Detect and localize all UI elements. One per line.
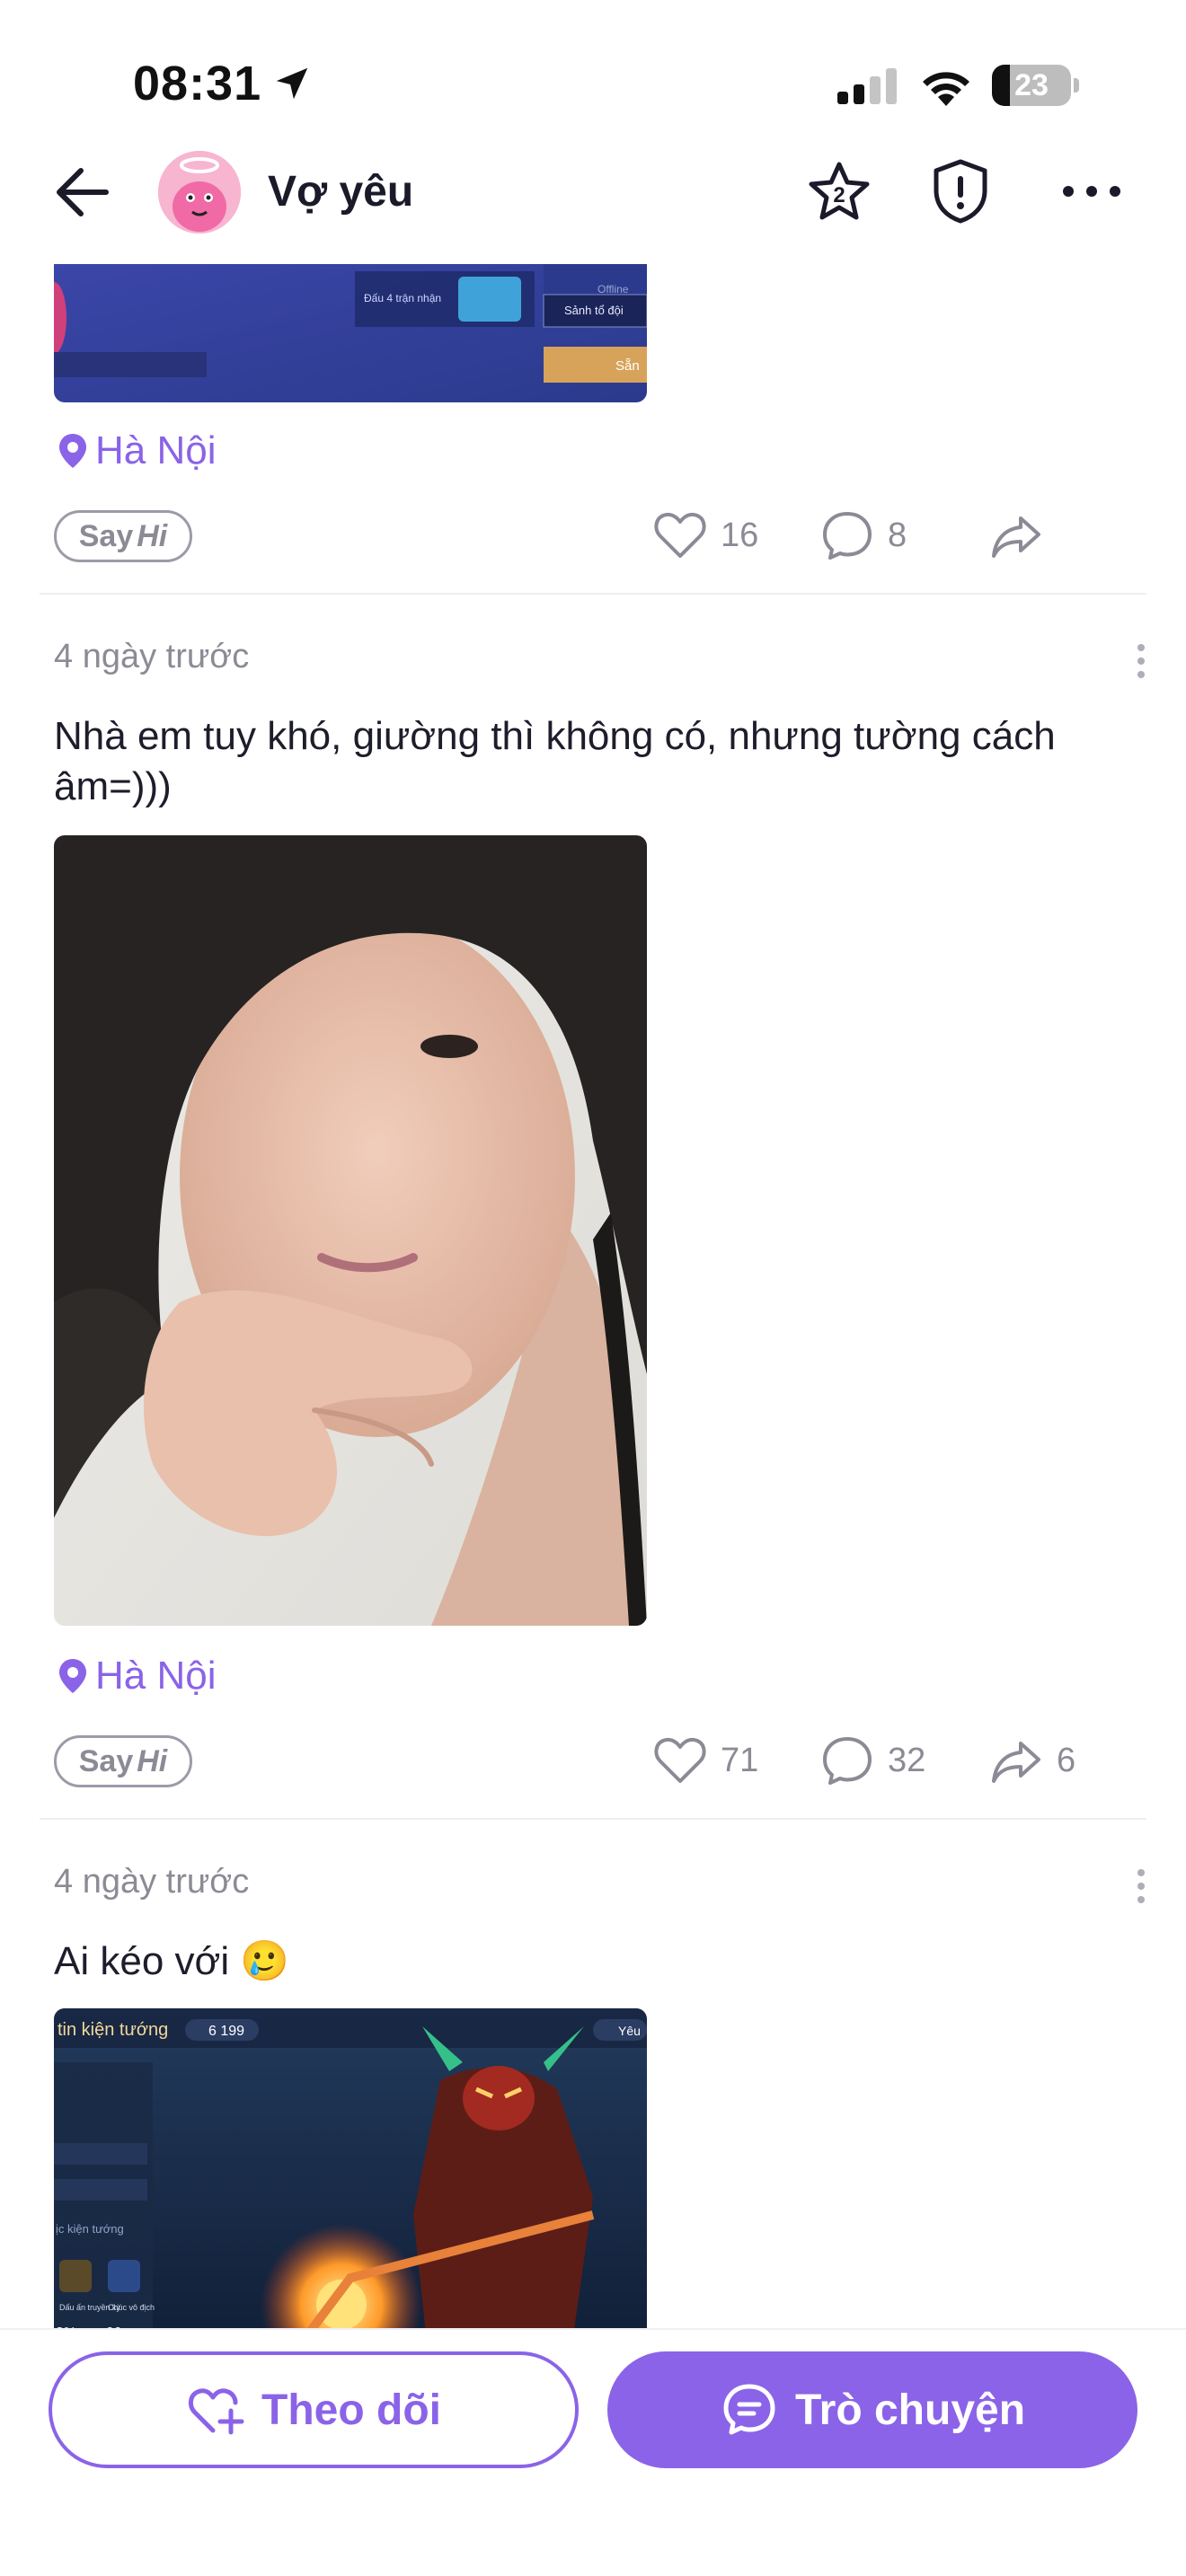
more-icon[interactable] bbox=[1060, 180, 1123, 203]
comment-count: 8 bbox=[888, 516, 907, 554]
post-time: 4 ngày trước bbox=[54, 1863, 250, 1901]
chat-label: Trò chuyện bbox=[794, 2386, 1026, 2434]
back-arrow-icon[interactable] bbox=[50, 163, 115, 221]
comment-button[interactable]: 32 bbox=[819, 1732, 925, 1789]
share-icon bbox=[992, 1742, 1040, 1783]
comment-icon bbox=[823, 512, 872, 560]
game-screenshot: Đấu 4 trận nhận Offline Sảnh tổ đội Sẵn bbox=[54, 264, 647, 402]
svg-text:Sẵn: Sẵn bbox=[615, 358, 640, 374]
share-count: 6 bbox=[1057, 1741, 1076, 1779]
svg-text:Đấu 4 trận nhận: Đấu 4 trận nhận bbox=[364, 292, 441, 304]
location-arrow-icon bbox=[276, 67, 308, 100]
post-text: Ai kéo với 🥲 bbox=[54, 1939, 290, 1983]
location-label: Hà Nội bbox=[95, 1654, 217, 1698]
status-bar: 08:31 23 bbox=[0, 0, 1186, 135]
sayhi-button[interactable]: Say Hi bbox=[54, 1735, 192, 1787]
comment-button[interactable]: 8 bbox=[819, 507, 907, 564]
profile-name: Vợ yêu bbox=[268, 168, 414, 216]
post-image[interactable]: tin kiện tướng 6 199 Yêu ịc kiện tướng D… bbox=[54, 2008, 647, 2328]
shield-icon[interactable] bbox=[931, 158, 990, 225]
profile-header: Vợ yêu 2 bbox=[0, 144, 1186, 239]
avatar[interactable] bbox=[158, 151, 241, 234]
follow-button[interactable]: Theo dõi bbox=[49, 2351, 579, 2468]
post-location[interactable]: Hà Nội bbox=[58, 1651, 217, 1701]
post-more-icon[interactable] bbox=[1136, 1868, 1146, 1904]
post-divider bbox=[40, 1818, 1146, 1820]
post-more-icon[interactable] bbox=[1136, 643, 1146, 679]
comment-count: 32 bbox=[888, 1741, 926, 1779]
svg-text:Chúc vô địch: Chúc vô địch bbox=[108, 2303, 155, 2312]
like-count: 16 bbox=[721, 516, 759, 554]
svg-text:Sảnh tổ đội: Sảnh tổ đội bbox=[564, 304, 624, 317]
svg-text:Yêu: Yêu bbox=[618, 2024, 641, 2038]
signal-icon bbox=[837, 68, 897, 104]
post-image[interactable] bbox=[54, 835, 647, 1626]
chat-button[interactable]: Trò chuyện bbox=[607, 2351, 1137, 2468]
bottom-action-bar: Theo dõi Trò chuyện bbox=[0, 2328, 1186, 2576]
wifi-icon bbox=[923, 72, 969, 106]
follow-label: Theo dõi bbox=[261, 2386, 441, 2434]
game-screenshot: tin kiện tướng 6 199 Yêu ịc kiện tướng D… bbox=[54, 2008, 647, 2328]
post-time: 4 ngày trước bbox=[54, 638, 250, 675]
svg-text:tin kiện tướng: tin kiện tướng bbox=[58, 2020, 168, 2040]
like-button[interactable]: 71 bbox=[652, 1732, 758, 1789]
heart-icon bbox=[654, 512, 706, 558]
post-location[interactable]: Hà Nội bbox=[58, 426, 217, 476]
battery-icon: 23 bbox=[992, 65, 1079, 106]
svg-text:6 199: 6 199 bbox=[208, 2024, 244, 2039]
location-pin-icon bbox=[59, 434, 86, 468]
selfie-photo bbox=[54, 835, 647, 1626]
svg-text:Offline: Offline bbox=[597, 283, 629, 296]
sayhi-button[interactable]: Say Hi bbox=[54, 510, 192, 562]
post-feed[interactable]: Đấu 4 trận nhận Offline Sảnh tổ đội Sẵn … bbox=[0, 264, 1186, 2328]
like-count: 71 bbox=[721, 1741, 759, 1779]
status-time: 08:31 bbox=[133, 57, 262, 110]
avatar-image bbox=[158, 151, 241, 234]
post-text: Nhà em tuy khó, giường thì không có, như… bbox=[54, 714, 1056, 808]
share-button[interactable] bbox=[988, 507, 1057, 564]
battery-level: 23 bbox=[1014, 68, 1049, 102]
share-button[interactable]: 6 bbox=[988, 1732, 1075, 1789]
heart-plus-icon bbox=[189, 2388, 244, 2435]
post-divider bbox=[40, 593, 1146, 595]
svg-text:ịc kiện tướng: ịc kiện tướng bbox=[56, 2222, 124, 2236]
share-icon bbox=[992, 516, 1040, 558]
star-badge-icon[interactable]: 2 bbox=[807, 160, 872, 225]
post-image[interactable]: Đấu 4 trận nhận Offline Sảnh tổ đội Sẵn bbox=[54, 264, 647, 402]
heart-icon bbox=[654, 1737, 706, 1783]
location-pin-icon bbox=[59, 1659, 86, 1693]
chat-bubble-icon bbox=[723, 2384, 775, 2435]
location-label: Hà Nội bbox=[95, 428, 217, 472]
star-badge-number: 2 bbox=[833, 183, 845, 207]
comment-icon bbox=[823, 1737, 872, 1785]
like-button[interactable]: 16 bbox=[652, 507, 758, 564]
